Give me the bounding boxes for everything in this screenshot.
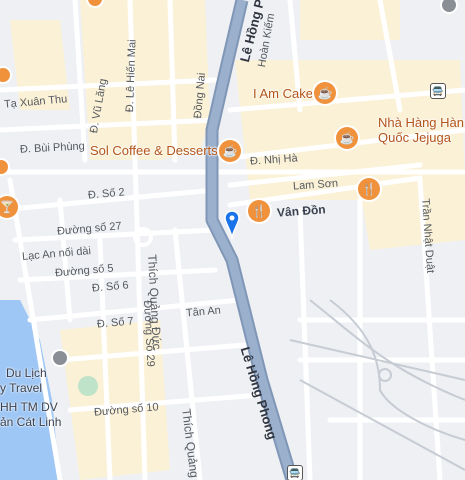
bus-stop-icon[interactable]: 🚍 [287,465,303,480]
restaurant-icon-glyph: 🍴 [361,182,377,196]
place-an-cat-linh[interactable]: ản Cát Linh [0,415,61,430]
cocktail-icon-glyph: 🍸 [0,200,15,214]
location-marker-icon[interactable] [224,210,240,240]
bus-stop-icon[interactable]: 🚍 [430,83,446,99]
cafe-icon[interactable]: ☕ [314,82,336,104]
restaurant-icon[interactable]: 🍴 [248,200,270,222]
cafe-icon[interactable]: ☕ [219,140,241,162]
place-i-am-cake[interactable]: I Am Cake [253,86,313,101]
restaurant-icon-glyph: 🍴 [251,204,267,218]
map-canvas[interactable]: Lê Hồng Ph Lê Hồng Phong Tạ Xuân Thu Đ. … [0,0,465,480]
place-marker-icon[interactable] [51,349,69,367]
map-base [0,0,465,480]
restaurant-icon[interactable]: 🍴 [358,178,380,200]
bus-icon-glyph: 🚍 [432,85,444,96]
cafe-icon[interactable]: ☕ [336,127,358,149]
place-hh-tm-dv[interactable]: HH TM DV [0,400,58,415]
bus-icon-glyph: 🚍 [289,467,301,478]
cafe-icon-glyph: ☕ [317,86,333,100]
street-label-le-hien-mai: Đ. Lê Hiến Mai [124,39,139,113]
park-icon [78,376,98,396]
cafe-icon-glyph: ☕ [222,144,238,158]
place-nha-hang-line2[interactable]: Quốc Jejuga [378,130,451,145]
place-du-lich[interactable]: Du Lịch [6,366,47,381]
place-y-travel[interactable]: y Travel [0,381,42,396]
place-sol-coffee[interactable]: Sol Coffee & Desserts [90,143,218,158]
place-nha-hang-line1[interactable]: Nhà Hàng Hàn [378,115,464,130]
cafe-icon-glyph: ☕ [339,131,355,145]
